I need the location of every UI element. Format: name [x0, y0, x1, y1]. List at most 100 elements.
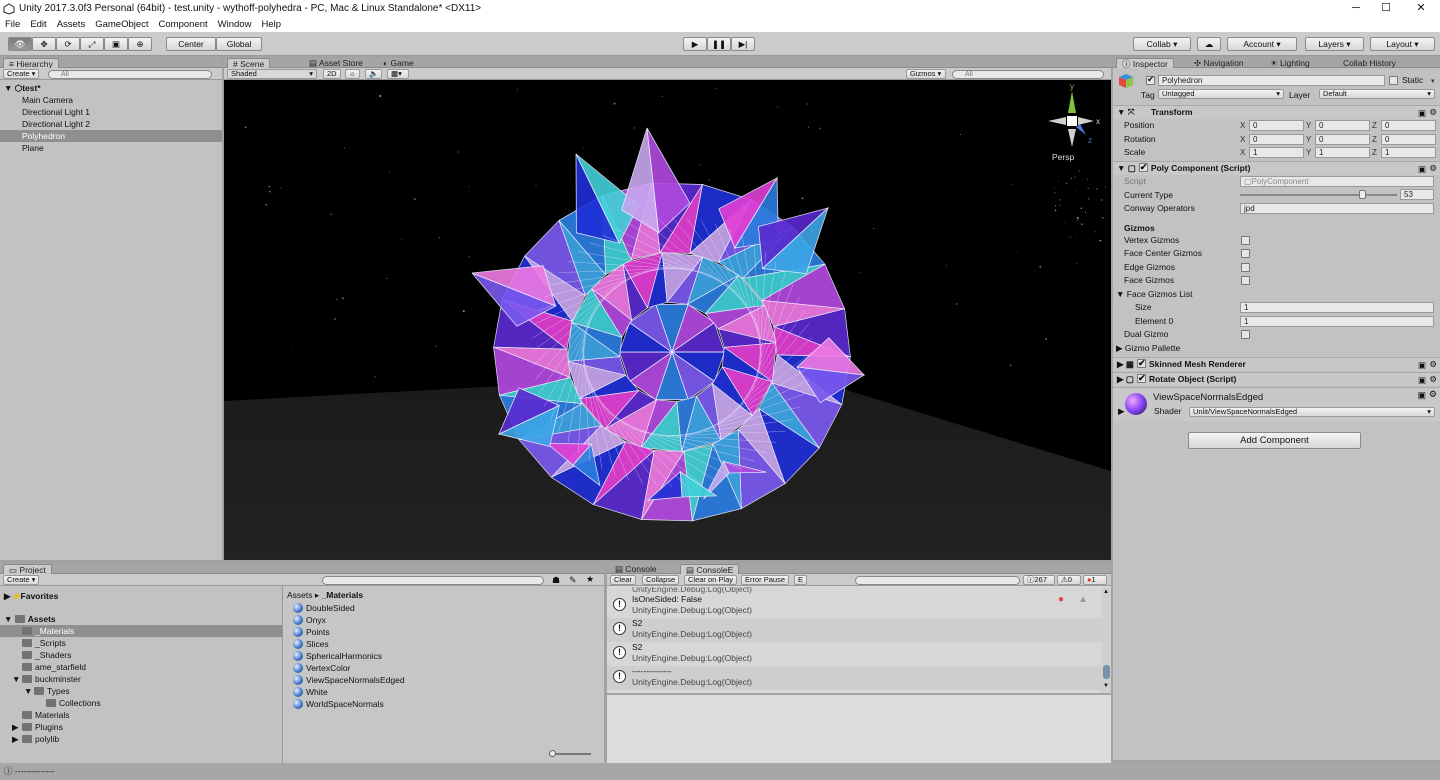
material-asset-item[interactable]: ViewSpaceNormalsEdged — [293, 674, 573, 686]
gizmos-dropdown[interactable]: Gizmos ▾ — [906, 69, 946, 79]
tab-consolee[interactable]: ▤ ConsoleE — [680, 564, 740, 575]
material-asset-item[interactable]: VertexColor — [293, 662, 573, 674]
favorite-star-icon[interactable]: ★ — [586, 574, 594, 585]
rotate-enabled-checkbox[interactable] — [1136, 372, 1146, 385]
console-clear-on-play-button[interactable]: Clear on Play — [684, 575, 738, 585]
hierarchy-create-button[interactable]: Create ▾ — [3, 69, 40, 79]
console-collapse-button[interactable]: Collapse — [642, 575, 680, 585]
tab-game[interactable]: ◐ Game — [378, 58, 419, 68]
material-asset-item[interactable]: WorldSpaceNormals — [293, 698, 573, 710]
gear-icon[interactable]: ⚙ — [1429, 358, 1437, 371]
edge-gizmos-checkbox[interactable] — [1241, 263, 1250, 272]
skinned-enabled-checkbox[interactable] — [1136, 357, 1146, 370]
view-tool-button[interactable]: 👁 — [8, 37, 32, 51]
face-gizmos-checkbox[interactable] — [1241, 276, 1250, 285]
tab-lighting[interactable]: ☀ Lighting — [1265, 58, 1315, 68]
scale-tool-button[interactable]: ⤢ — [80, 37, 104, 51]
project-folder-item[interactable]: ▼ Types — [0, 685, 282, 697]
poly-enabled-checkbox[interactable] — [1138, 161, 1148, 174]
hierarchy-item[interactable]: Directional Light 1 — [0, 106, 222, 118]
menu-gameobject[interactable]: GameObject — [90, 19, 153, 30]
layers-dropdown[interactable]: Layers ▾ — [1305, 37, 1364, 51]
transform-x-field[interactable]: 1 — [1249, 147, 1304, 158]
static-checkbox[interactable] — [1389, 76, 1398, 85]
pause-button[interactable]: ❚❚ — [707, 37, 731, 51]
layout-dropdown[interactable]: Layout ▾ — [1370, 37, 1435, 51]
toggle-2d-button[interactable]: 2D — [323, 69, 341, 79]
log-count-toggle[interactable]: ⓘ267 — [1023, 575, 1055, 585]
transform-z-field[interactable]: 0 — [1381, 133, 1436, 145]
effects-dropdown[interactable]: ▩▾ — [387, 69, 409, 79]
shading-dropdown[interactable]: Shaded ▾ — [227, 69, 317, 79]
book-icon[interactable]: ▣ — [1418, 359, 1426, 372]
tab-project[interactable]: ▭ Project — [3, 564, 52, 575]
book-icon[interactable]: ▣ — [1418, 107, 1426, 120]
rect-tool-button[interactable]: ▣ — [104, 37, 128, 51]
error-count-toggle[interactable]: ●1 — [1083, 575, 1107, 585]
project-folder-item[interactable]: _Scripts — [0, 637, 282, 649]
book-icon[interactable]: ▣ — [1417, 390, 1426, 401]
transform-z-field[interactable]: 1 — [1381, 147, 1436, 158]
transform-header[interactable]: ▼ ⤧ Transform ▣ ⚙ — [1113, 105, 1440, 119]
tag-dropdown[interactable]: Untagged ▾ — [1158, 89, 1284, 99]
console-e-button[interactable]: E — [794, 575, 808, 585]
warning-count-toggle[interactable]: ⚠0 — [1057, 575, 1081, 585]
book-icon[interactable]: ▣ — [1418, 374, 1426, 387]
play-button[interactable]: ▶ — [683, 37, 707, 51]
hierarchy-item[interactable]: Directional Light 2 — [0, 118, 222, 130]
console-search-input[interactable] — [855, 575, 1020, 585]
account-dropdown[interactable]: Account ▾ — [1227, 37, 1297, 51]
console-entry[interactable]: ! -------------- UnityEngine.Debug:Log(Obj… — [607, 666, 1102, 690]
conway-field[interactable]: jpd — [1240, 203, 1434, 214]
scene-root-row[interactable]: ▼ ⬡test* — [0, 82, 222, 94]
tab-collab-history[interactable]: Collab History — [1338, 58, 1401, 68]
tab-navigation[interactable]: ✣ Navigation — [1189, 58, 1249, 68]
active-checkbox[interactable] — [1146, 74, 1155, 85]
hierarchy-item[interactable]: Main Camera — [0, 94, 222, 106]
object-name-field[interactable]: Polyhedron — [1158, 75, 1385, 86]
pivot-toggle[interactable]: Center — [166, 37, 216, 51]
rotate-tool-button[interactable]: ⟳ — [56, 37, 80, 51]
project-search-input[interactable] — [322, 575, 544, 585]
console-error-pause-button[interactable]: Error Pause — [741, 575, 790, 585]
transform-y-field[interactable]: 1 — [1315, 147, 1370, 158]
collapse-arrow-icon[interactable]: ▶ — [12, 733, 19, 745]
console-clear-button[interactable]: Clear — [610, 575, 636, 585]
add-component-button[interactable]: Add Component — [1188, 432, 1361, 449]
shader-foldout-icon[interactable]: ▶ — [1118, 405, 1125, 417]
gear-icon[interactable]: ⚙ — [1429, 373, 1437, 386]
scene-viewport[interactable]: y x z Persp — [224, 81, 1111, 560]
expand-arrow-icon[interactable]: ▼ — [12, 673, 20, 685]
menu-file[interactable]: File — [0, 19, 25, 30]
tab-console[interactable]: ▤ Console — [610, 564, 662, 574]
breadcrumb-leaf[interactable]: _Materials — [322, 590, 364, 600]
menu-help[interactable]: Help — [256, 19, 286, 30]
space-toggle[interactable]: Global — [216, 37, 262, 51]
current-type-slider-track[interactable] — [1240, 194, 1397, 196]
gizmo-center-cube[interactable] — [1067, 116, 1077, 126]
project-folder-item[interactable]: Collections — [0, 697, 282, 709]
shader-dropdown[interactable]: Unlit/ViewSpaceNormalsEdged ▾ — [1189, 407, 1435, 417]
menu-edit[interactable]: Edit — [25, 19, 51, 30]
material-asset-item[interactable]: Slices — [293, 638, 573, 650]
size-field[interactable]: 1 — [1240, 302, 1434, 313]
hierarchy-search-input[interactable]: All — [48, 69, 212, 79]
menu-window[interactable]: Window — [213, 19, 257, 30]
console-scroll-thumb[interactable] — [1103, 665, 1110, 679]
move-tool-button[interactable]: ✥ — [32, 37, 56, 51]
minimize-button[interactable]: ─ — [1341, 0, 1371, 17]
hierarchy-item[interactable]: Plane — [0, 142, 222, 154]
filter-type-icon[interactable]: ☗ — [552, 575, 560, 586]
console-log-list[interactable]: UnityEngine.Debug:Log(Object) ! IsOneSide… — [607, 587, 1102, 693]
persp-label[interactable]: Persp — [1052, 152, 1074, 162]
face-gizmos-list-foldout[interactable]: ▼ Face Gizmos List — [1116, 288, 1192, 300]
transform-x-field[interactable]: 0 — [1249, 120, 1304, 131]
close-button[interactable]: ✕ — [1406, 0, 1436, 17]
project-folder-item[interactable]: ▶ polylib — [0, 733, 282, 745]
project-create-button[interactable]: Create ▾ — [3, 575, 40, 585]
scroll-down-icon[interactable]: ▼ — [1103, 683, 1109, 689]
gear-icon[interactable]: ⚙ — [1429, 106, 1437, 119]
current-type-field[interactable]: 53 — [1400, 189, 1434, 200]
book-icon[interactable]: ▣ — [1418, 163, 1426, 176]
collapse-arrow-icon[interactable]: ▶ — [12, 721, 19, 733]
